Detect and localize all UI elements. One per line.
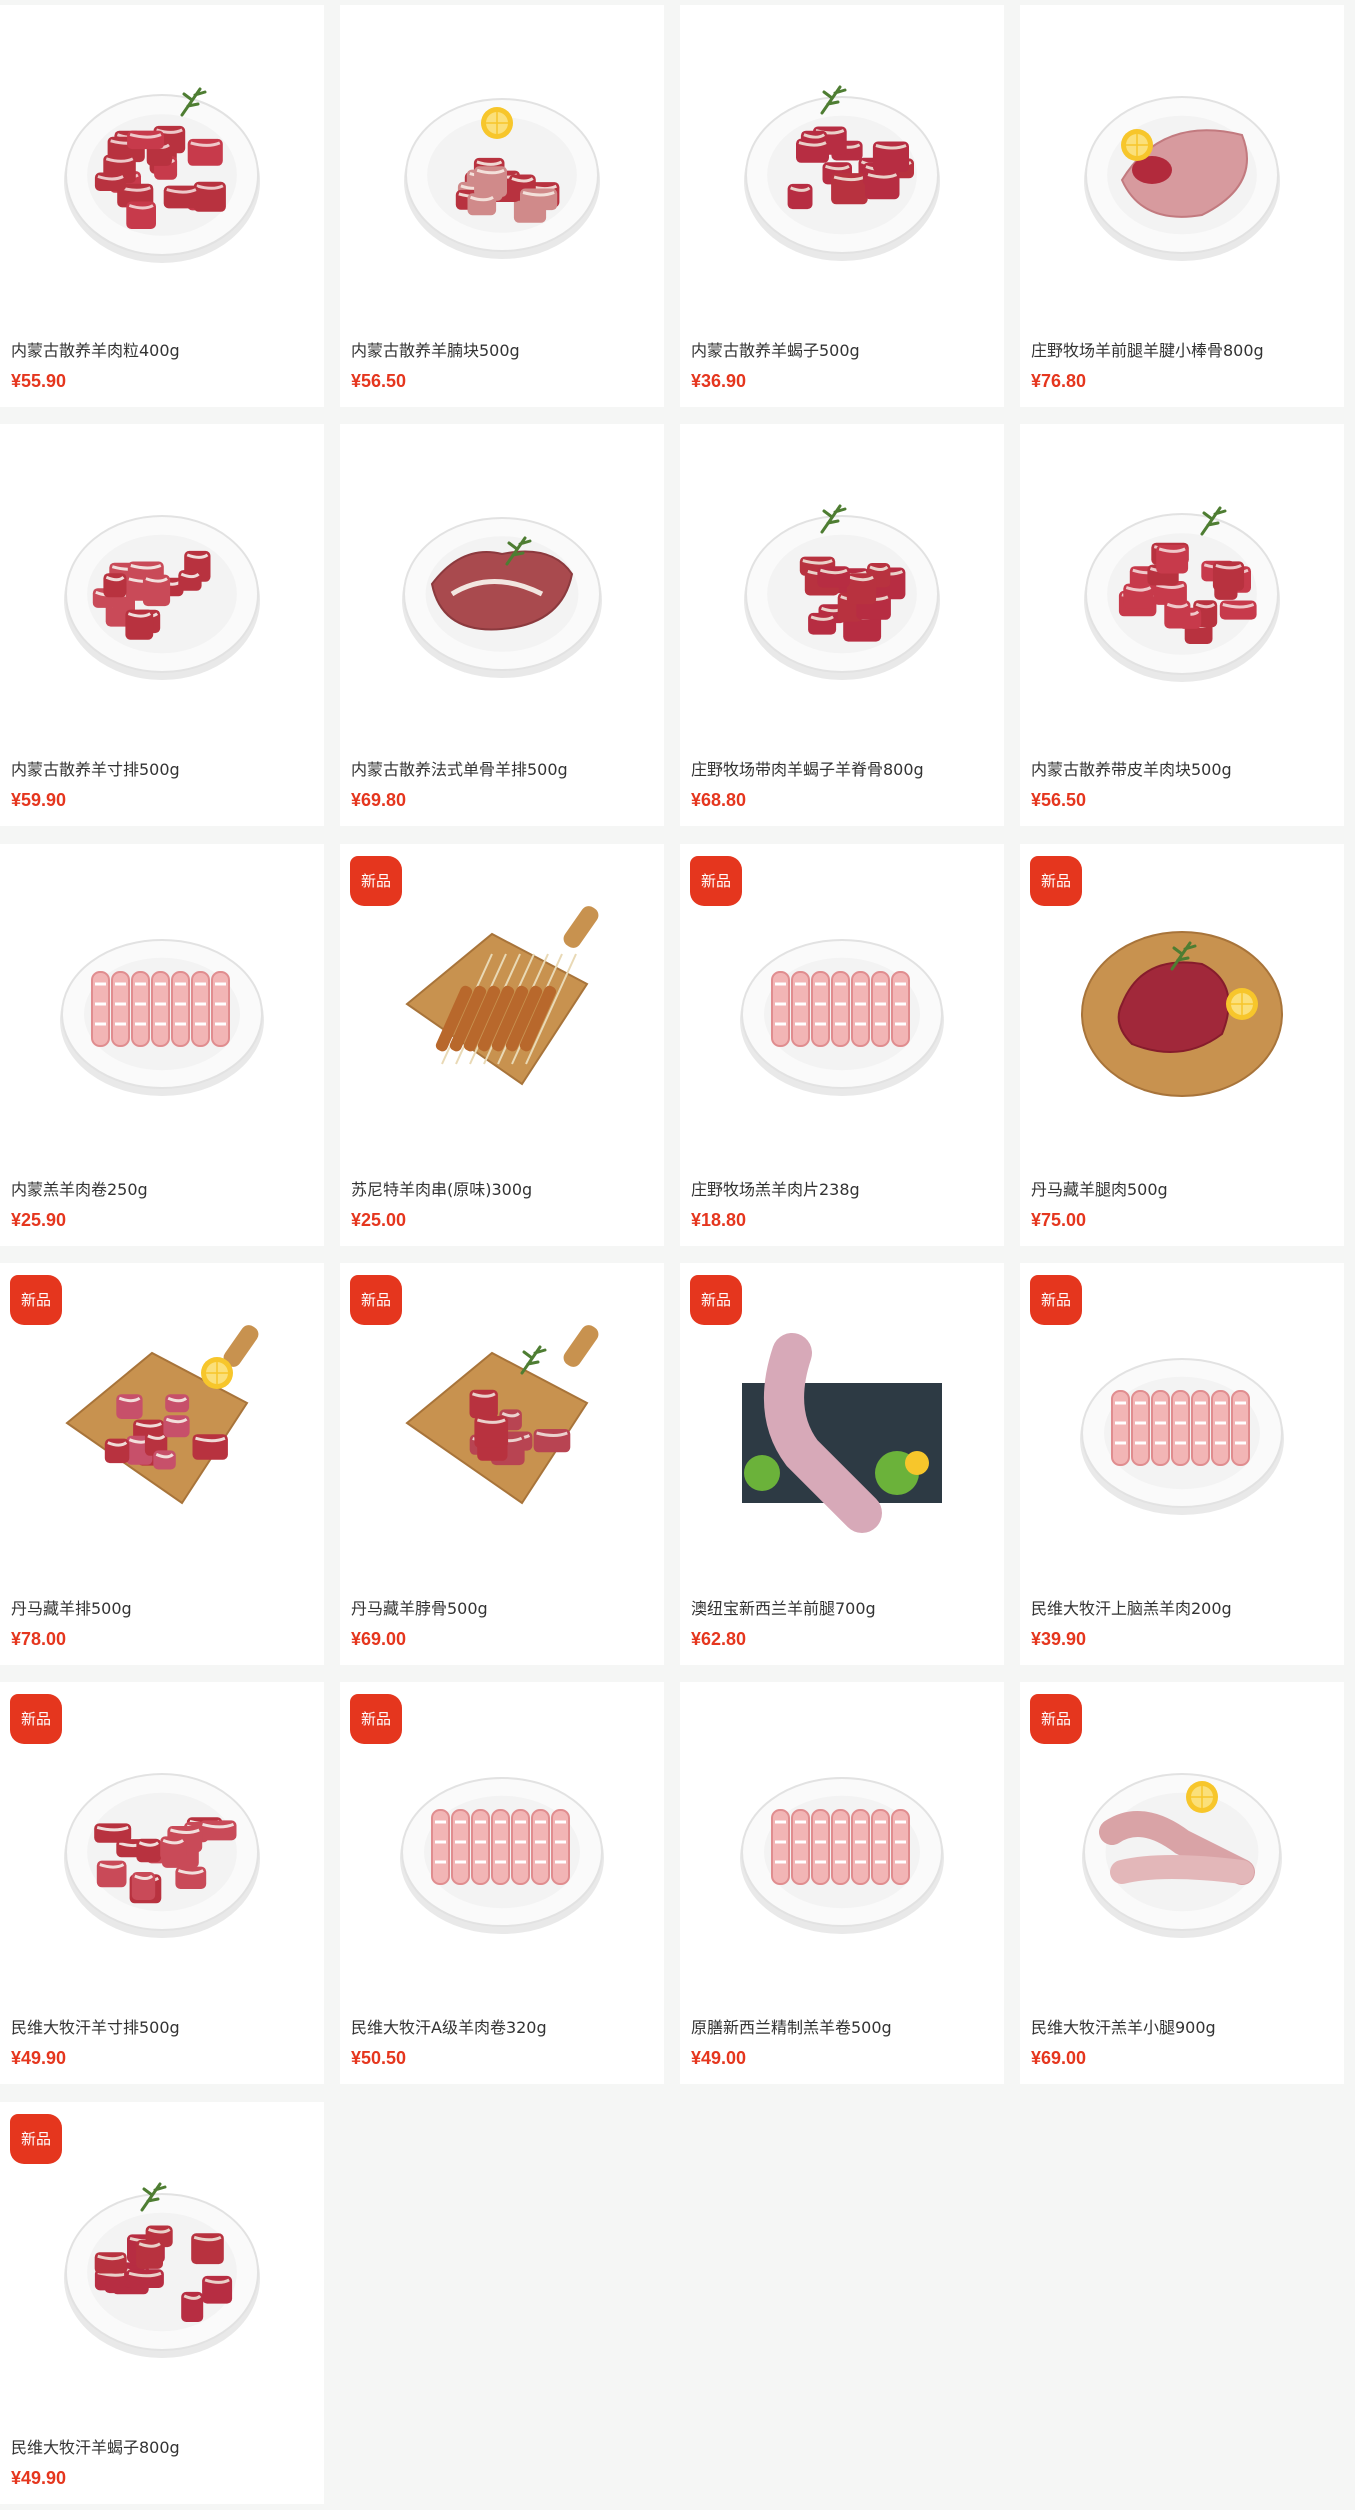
product-price: ¥78.00 (11, 1629, 67, 1649)
product-price: ¥36.90 (691, 371, 747, 391)
product-card[interactable]: 原膳新西兰精制羔羊卷500g ¥49.00 (680, 1682, 1004, 2084)
product-card[interactable]: 内蒙古散养羊腩块500g ¥56.50 (340, 5, 664, 407)
product-price: ¥55.90 (11, 371, 67, 391)
product-price: ¥25.90 (11, 1210, 67, 1230)
product-price: ¥76.80 (1031, 371, 1087, 391)
new-badge: 新品 (1030, 1275, 1082, 1325)
product-card[interactable]: 新品民维大牧汗A级羊肉卷320g ¥50.50 (340, 1682, 664, 2084)
product-card[interactable]: 内蒙羔羊肉卷250g ¥25.90 (0, 844, 324, 1246)
new-badge: 新品 (350, 1275, 402, 1325)
product-price: ¥56.50 (1031, 790, 1087, 810)
product-name[interactable]: 庄野牧场羔羊肉片238g (691, 1176, 996, 1200)
product-card[interactable]: 内蒙古散养带皮羊肉块500g ¥56.50 (1020, 424, 1344, 826)
product-card[interactable]: 新品民维大牧汗羊蝎子800g ¥49.90 (0, 2102, 324, 2504)
product-price: ¥50.50 (351, 2048, 407, 2068)
product-card[interactable]: 新品苏尼特羊肉串(原味)300g ¥25.00 (340, 844, 664, 1246)
product-card[interactable]: 新品庄野牧场羔羊肉片238g ¥18.80 (680, 844, 1004, 1246)
new-badge: 新品 (350, 856, 402, 906)
product-card[interactable]: 新品民维大牧汗羊寸排500g ¥49.90 (0, 1682, 324, 2084)
new-badge: 新品 (10, 2114, 62, 2164)
product-name[interactable]: 内蒙古散养羊肉粒400g (11, 337, 316, 361)
product-card[interactable]: 新品丹马藏羊排500g ¥78.00 (0, 1263, 324, 1665)
product-name[interactable]: 庄野牧场羊前腿羊腱小棒骨800g (1031, 337, 1336, 361)
product-name[interactable]: 苏尼特羊肉串(原味)300g (351, 1176, 656, 1200)
product-price: ¥59.90 (11, 790, 67, 810)
product-grid: 内蒙古散养羊肉粒400g ¥55.90 内蒙古散养羊腩块500g ¥56.50 内蒙… (0, 0, 1355, 2510)
product-name[interactable]: 原膳新西兰精制羔羊卷500g (691, 2014, 996, 2038)
product-card[interactable]: 内蒙古散养羊肉粒400g ¥55.90 (0, 5, 324, 407)
product-price: ¥18.80 (691, 1210, 747, 1230)
product-name[interactable]: 澳纽宝新西兰羊前腿700g (691, 1595, 996, 1619)
product-price: ¥25.00 (351, 1210, 407, 1230)
product-price: ¥56.50 (351, 371, 407, 391)
product-card[interactable]: 内蒙古散养羊寸排500g ¥59.90 (0, 424, 324, 826)
product-name[interactable]: 丹马藏羊排500g (11, 1595, 316, 1619)
product-name[interactable]: 丹马藏羊脖骨500g (351, 1595, 656, 1619)
product-name[interactable]: 丹马藏羊腿肉500g (1031, 1176, 1336, 1200)
product-card[interactable]: 新品民维大牧汗上脑羔羊肉200g ¥39.90 (1020, 1263, 1344, 1665)
product-card[interactable]: 新品澳纽宝新西兰羊前腿700g ¥62.80 (680, 1263, 1004, 1665)
product-card[interactable]: 新品丹马藏羊腿肉500g ¥75.00 (1020, 844, 1344, 1246)
product-name[interactable]: 内蒙古散养羊寸排500g (11, 756, 316, 780)
new-badge: 新品 (10, 1275, 62, 1325)
product-price: ¥69.00 (1031, 2048, 1087, 2068)
new-badge: 新品 (1030, 1694, 1082, 1744)
product-price: ¥69.00 (351, 1629, 407, 1649)
product-price: ¥49.00 (691, 2048, 747, 2068)
product-name[interactable]: 民维大牧汗上脑羔羊肉200g (1031, 1595, 1336, 1619)
product-name[interactable]: 内蒙古散养羊腩块500g (351, 337, 656, 361)
product-price: ¥68.80 (691, 790, 747, 810)
product-name[interactable]: 内蒙古散养带皮羊肉块500g (1031, 756, 1336, 780)
product-card[interactable]: 内蒙古散养羊蝎子500g ¥36.90 (680, 5, 1004, 407)
product-price: ¥49.90 (11, 2048, 67, 2068)
new-badge: 新品 (10, 1694, 62, 1744)
new-badge: 新品 (690, 856, 742, 906)
product-name[interactable]: 内蒙羔羊肉卷250g (11, 1176, 316, 1200)
product-name[interactable]: 民维大牧汗A级羊肉卷320g (351, 2014, 656, 2038)
product-price: ¥69.80 (351, 790, 407, 810)
product-name[interactable]: 民维大牧汗羊寸排500g (11, 2014, 316, 2038)
product-card[interactable]: 庄野牧场带肉羊蝎子羊脊骨800g ¥68.80 (680, 424, 1004, 826)
product-card[interactable]: 新品丹马藏羊脖骨500g ¥69.00 (340, 1263, 664, 1665)
product-price: ¥49.90 (11, 2468, 67, 2488)
product-card[interactable]: 庄野牧场羊前腿羊腱小棒骨800g ¥76.80 (1020, 5, 1344, 407)
new-badge: 新品 (350, 1694, 402, 1744)
product-price: ¥62.80 (691, 1629, 747, 1649)
product-name[interactable]: 民维大牧汗羔羊小腿900g (1031, 2014, 1336, 2038)
product-name[interactable]: 内蒙古散养羊蝎子500g (691, 337, 996, 361)
product-card[interactable]: 内蒙古散养法式单骨羊排500g ¥69.80 (340, 424, 664, 826)
product-name[interactable]: 民维大牧汗羊蝎子800g (11, 2434, 316, 2458)
product-price: ¥75.00 (1031, 1210, 1087, 1230)
product-card[interactable]: 新品民维大牧汗羔羊小腿900g ¥69.00 (1020, 1682, 1344, 2084)
product-name[interactable]: 内蒙古散养法式单骨羊排500g (351, 756, 656, 780)
new-badge: 新品 (690, 1275, 742, 1325)
product-price: ¥39.90 (1031, 1629, 1087, 1649)
new-badge: 新品 (1030, 856, 1082, 906)
product-name[interactable]: 庄野牧场带肉羊蝎子羊脊骨800g (691, 756, 996, 780)
